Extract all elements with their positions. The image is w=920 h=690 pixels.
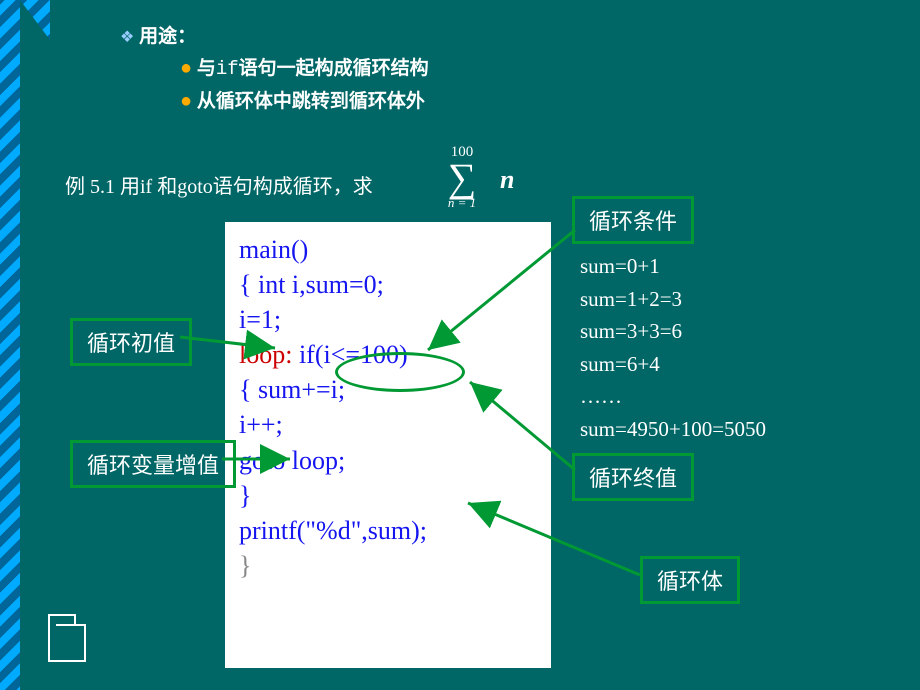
label-loop-end: 循环终值	[572, 453, 694, 501]
header-block: ❖ 用途： ● 与if语句一起构成循环结构 ● 从循环体中跳转到循环体外	[120, 22, 429, 117]
label-loop-increment: 循环变量增值	[70, 440, 236, 488]
usage-label: 用途：	[139, 26, 196, 47]
code-label: loop:	[239, 340, 292, 369]
page-fold-icon	[74, 614, 86, 626]
trace-line: sum=6+4	[580, 348, 766, 381]
sigma-lower: n = 1	[422, 195, 502, 211]
circle-bullet-icon: ●	[180, 57, 192, 79]
sigma-notation: 100 ∑ n = 1	[422, 144, 502, 211]
label-loop-condition: 循环条件	[572, 196, 694, 244]
code-line: }	[239, 548, 537, 583]
example-text: 例 5.1 用if 和goto语句构成循环，求	[65, 170, 373, 199]
sigma-symbol: ∑	[422, 161, 502, 195]
trace-line: sum=4950+100=5050	[580, 413, 766, 446]
trace-line: sum=3+3=6	[580, 315, 766, 348]
code-block: main() { int i,sum=0; i=1; loop: if(i<=1…	[223, 220, 553, 670]
execution-trace: sum=0+1 sum=1+2=3 sum=3+3=6 sum=6+4 …… s…	[580, 250, 766, 445]
code-line: i++;	[239, 407, 537, 442]
code-line: goto loop;	[239, 443, 537, 478]
page-icon	[48, 614, 86, 662]
point1-suffix: 语句一起构成循环结构	[239, 58, 429, 79]
sigma-variable: n	[500, 165, 514, 195]
code-line: main()	[239, 232, 537, 267]
circle-bullet-icon: ●	[180, 90, 192, 112]
trace-line: ……	[580, 380, 766, 413]
trace-line: sum=1+2=3	[580, 283, 766, 316]
trace-line: sum=0+1	[580, 250, 766, 283]
decorative-stripe-cut	[20, 0, 50, 690]
code-line: }	[239, 478, 537, 513]
label-loop-init: 循环初值	[70, 318, 192, 366]
condition-ellipse	[335, 352, 465, 392]
label-loop-body: 循环体	[640, 556, 740, 604]
point2: 从循环体中跳转到循环体外	[197, 91, 425, 112]
diamond-bullet-icon: ❖	[120, 29, 134, 46]
code-line: { int i,sum=0;	[239, 267, 537, 302]
point1-prefix: 与	[197, 58, 216, 79]
code-line: i=1;	[239, 302, 537, 337]
code-line: printf("%d",sum);	[239, 513, 537, 548]
point1-mono: if	[216, 58, 239, 80]
